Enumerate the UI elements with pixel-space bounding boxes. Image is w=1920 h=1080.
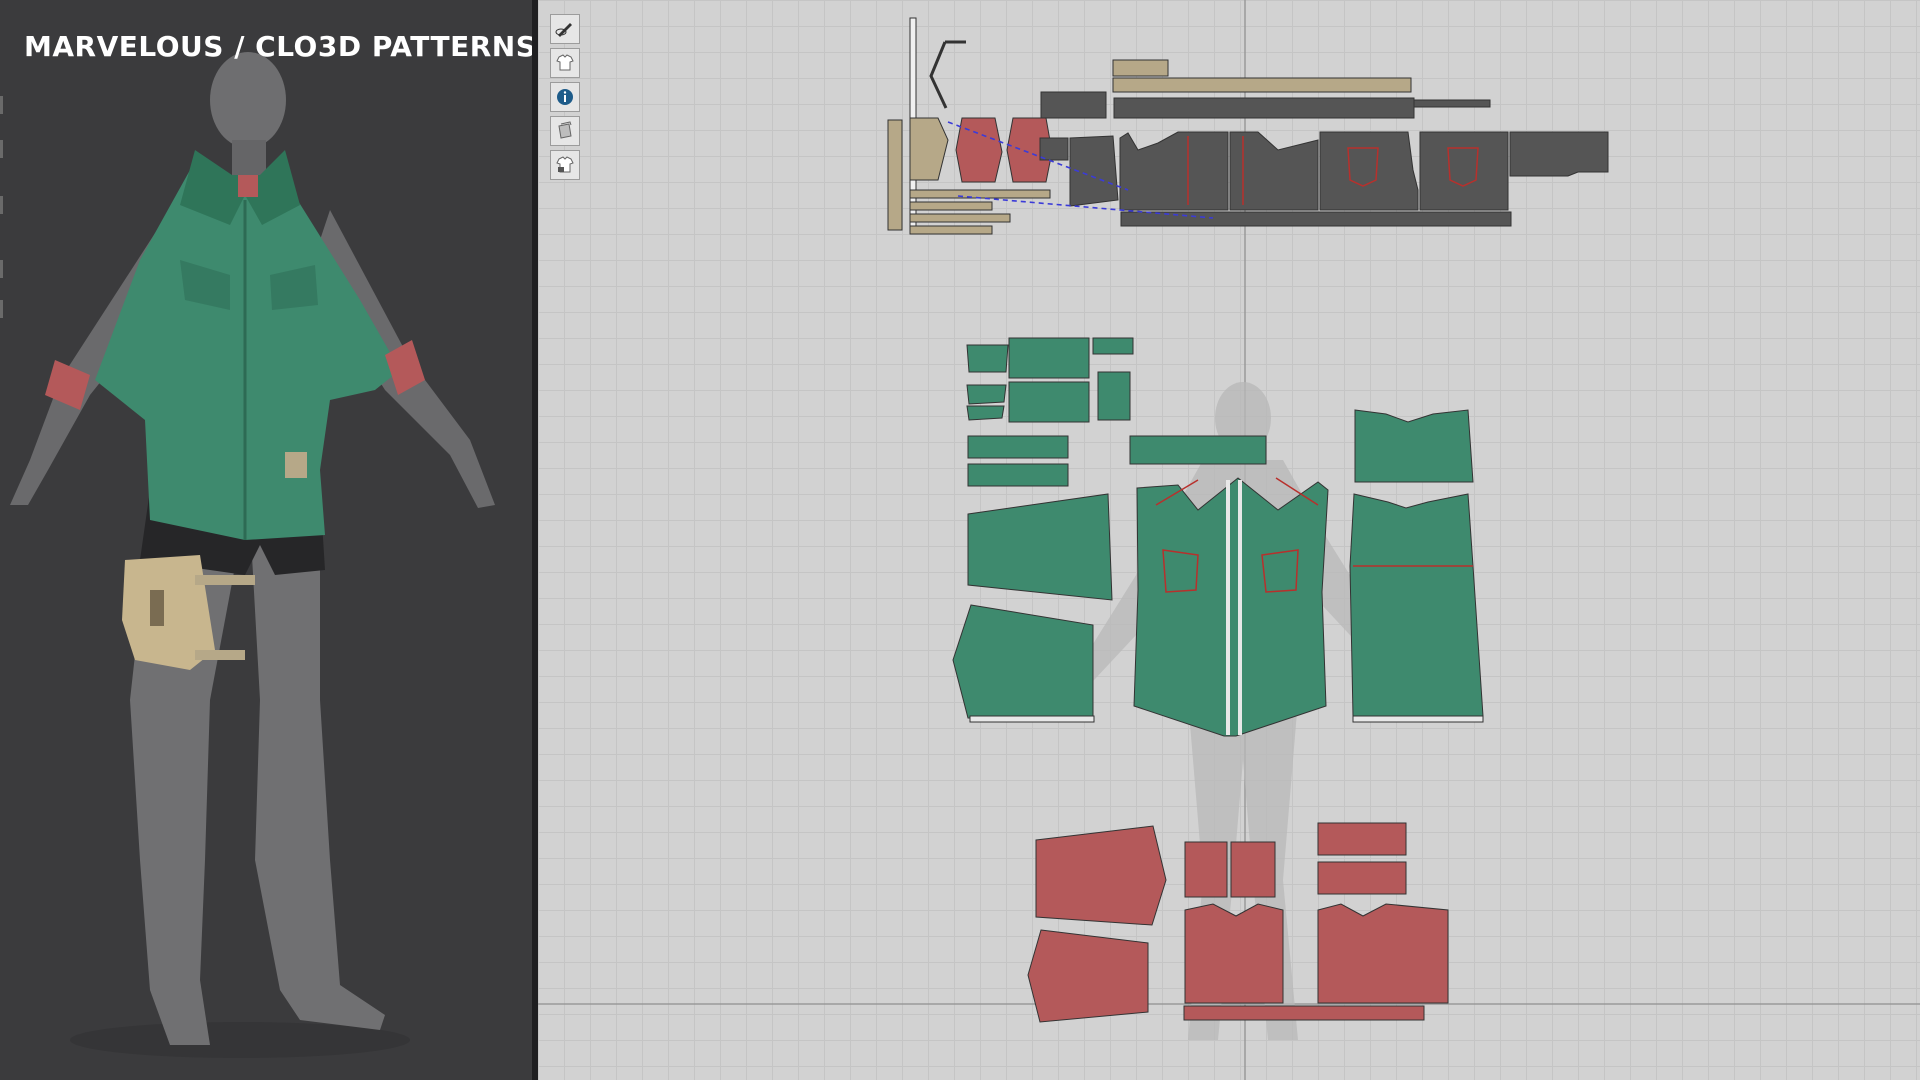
lining-pattern-group [1027, 822, 1449, 1023]
info-icon[interactable] [550, 82, 580, 112]
pen-eye-icon[interactable] [550, 14, 580, 44]
overlay-title: MARVELOUS / CLO3D PATTERNS [24, 30, 532, 63]
garment-eye-icon[interactable] [550, 48, 580, 78]
jacket-pattern-group [952, 337, 1484, 737]
pattern-pieces-canvas [538, 0, 1920, 1080]
pattern-toolbar [550, 14, 584, 184]
shorts-pattern-group [887, 17, 1609, 235]
fabric-icon[interactable] [550, 116, 580, 146]
garment-lock-icon[interactable] [550, 150, 580, 180]
avatar-render [10, 52, 495, 1058]
3d-viewport[interactable]: MARVELOUS / CLO3D PATTERNS [0, 0, 532, 1080]
2d-pattern-window[interactable] [538, 0, 1920, 1080]
